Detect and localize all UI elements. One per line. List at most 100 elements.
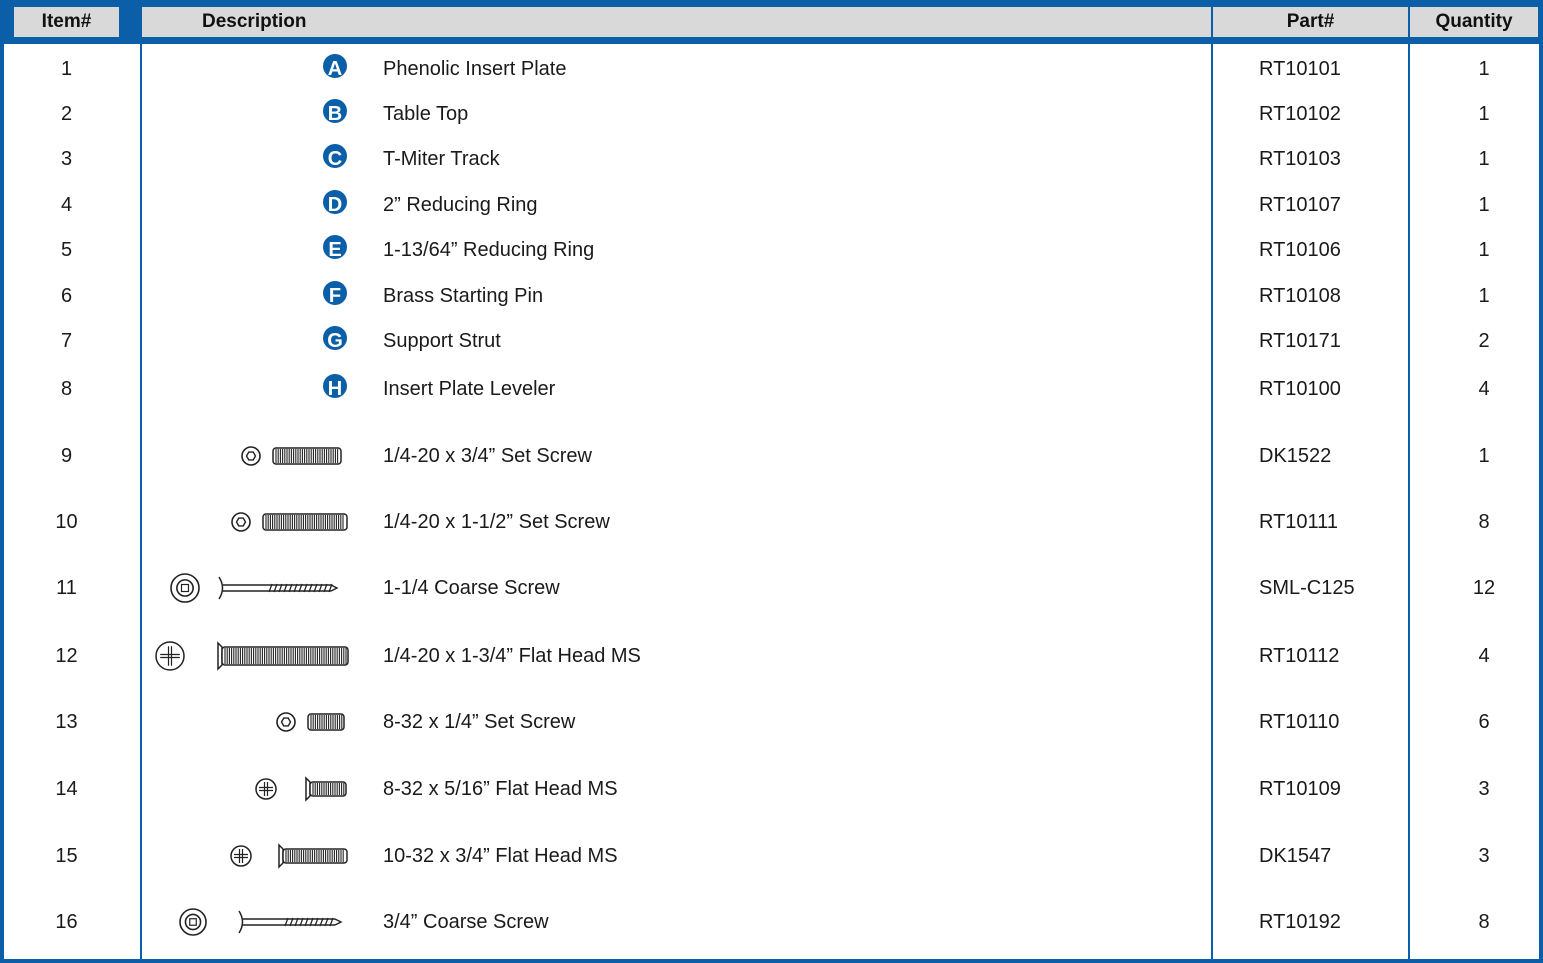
table-row: 7 G Support Strut RT10171 2 <box>4 326 1543 356</box>
part-number: RT10106 <box>1259 239 1341 261</box>
part-letter-badge: E <box>323 235 347 261</box>
item-number: 16 <box>55 911 78 933</box>
item-number: 15 <box>55 845 78 867</box>
part-description: 1/4-20 x 1-3/4” Flat Head MS <box>383 645 641 667</box>
table-row: 5 E 1-13/64” Reducing Ring RT10106 1 <box>4 235 1543 265</box>
part-description: T-Miter Track <box>383 148 500 170</box>
part-number: RT10192 <box>1259 911 1341 933</box>
item-number: 2 <box>60 103 73 125</box>
table-row: 14 8-32 x 5/16” Flat Head MS RT10109 3 <box>4 774 1543 804</box>
table-row: 12 1/4-20 x 1-3/4” Flat Head MS RT10112 4 <box>4 641 1543 671</box>
item-number: 4 <box>60 194 73 216</box>
column-divider <box>1539 44 1541 959</box>
set-screw-short-icon <box>274 707 349 737</box>
set-screw-icon <box>239 441 349 471</box>
part-description: Brass Starting Pin <box>383 285 544 307</box>
table-row: 13 8-32 x 1/4” Set Screw RT10110 6 <box>4 707 1543 737</box>
item-number: 14 <box>55 778 78 800</box>
quantity-value: 1 <box>1478 239 1490 261</box>
parts-table: Item# Description Part# Quantity 1 A Pheno… <box>0 0 1543 963</box>
flat-head-screw-short-icon <box>254 774 349 804</box>
part-description: 3/4” Coarse Screw <box>383 911 549 933</box>
flat-head-screw-large-icon <box>154 641 349 671</box>
part-description: 2” Reducing Ring <box>383 194 538 216</box>
part-number: RT10103 <box>1259 148 1341 170</box>
item-number: 13 <box>55 711 78 733</box>
part-description: 1-13/64” Reducing Ring <box>383 239 595 261</box>
part-letter-badge: B <box>323 99 347 125</box>
item-number: 5 <box>60 239 73 261</box>
coarse-screw-short-icon <box>179 907 349 937</box>
part-letter-badge: C <box>323 144 347 170</box>
quantity-value: 1 <box>1478 148 1490 170</box>
part-description: 10-32 x 3/4” Flat Head MS <box>383 845 618 867</box>
column-divider <box>1408 44 1410 959</box>
part-number: RT10112 <box>1259 645 1340 667</box>
part-number: RT10111 <box>1259 511 1338 533</box>
item-number: 10 <box>55 511 78 533</box>
part-description: 8-32 x 5/16” Flat Head MS <box>383 778 618 800</box>
part-number: RT10107 <box>1259 194 1341 216</box>
header-part: Part# <box>1213 7 1408 37</box>
quantity-value: 1 <box>1478 194 1490 216</box>
quantity-value: 6 <box>1478 711 1490 733</box>
table-row: 15 10-32 x 3/4” Flat Head MS DK1547 3 <box>4 841 1543 871</box>
header-quantity: Quantity <box>1410 7 1538 37</box>
quantity-value: 2 <box>1478 330 1490 352</box>
quantity-value: 1 <box>1478 58 1490 80</box>
flat-head-screw-icon <box>229 841 349 871</box>
item-number: 8 <box>60 378 73 400</box>
table-row: 8 H Insert Plate Leveler RT10100 4 <box>4 374 1543 404</box>
header-item: Item# <box>14 7 119 37</box>
quantity-value: 4 <box>1478 645 1490 667</box>
quantity-value: 1 <box>1478 445 1490 467</box>
part-number: RT10100 <box>1259 378 1341 400</box>
item-number: 9 <box>60 445 73 467</box>
part-letter-badge: A <box>323 54 347 80</box>
part-description: Support Strut <box>383 330 501 352</box>
part-number: DK1522 <box>1259 445 1332 467</box>
part-number: DK1547 <box>1259 845 1332 867</box>
part-letter-badge: G <box>323 326 347 352</box>
table-row: 16 3/4” Coarse Screw RT10192 8 <box>4 907 1543 937</box>
part-number: RT10109 <box>1259 778 1341 800</box>
part-letter-badge: D <box>323 190 347 216</box>
quantity-value: 12 <box>1472 577 1496 599</box>
quantity-value: 1 <box>1478 103 1490 125</box>
column-divider <box>140 44 142 959</box>
item-number: 11 <box>56 577 77 599</box>
part-number: RT10108 <box>1259 285 1341 307</box>
part-description: Phenolic Insert Plate <box>383 58 567 80</box>
part-number: RT10102 <box>1259 103 1341 125</box>
item-number: 1 <box>60 58 73 80</box>
coarse-screw-icon <box>169 573 349 603</box>
quantity-value: 8 <box>1478 911 1490 933</box>
table-row: 9 1/4-20 x 3/4” Set Screw DK1522 1 <box>4 441 1543 471</box>
set-screw-long-icon <box>229 507 349 537</box>
quantity-value: 3 <box>1478 845 1490 867</box>
item-number: 7 <box>60 330 73 352</box>
part-number: RT10171 <box>1259 330 1341 352</box>
item-number: 12 <box>55 645 78 667</box>
header-description: Description <box>142 7 1211 37</box>
part-letter-badge: H <box>323 374 347 400</box>
part-description: Table Top <box>383 103 469 125</box>
item-number: 3 <box>60 148 73 170</box>
quantity-value: 3 <box>1478 778 1490 800</box>
column-divider <box>1211 44 1213 959</box>
table-row: 3 C T-Miter Track RT10103 1 <box>4 144 1543 174</box>
part-letter-badge: F <box>323 281 347 307</box>
table-row: 6 F Brass Starting Pin RT10108 1 <box>4 281 1543 311</box>
part-description: 1/4-20 x 3/4” Set Screw <box>383 445 592 467</box>
table-row: 2 B Table Top RT10102 1 <box>4 99 1543 129</box>
quantity-value: 1 <box>1478 285 1490 307</box>
table-header: Item# Description Part# Quantity <box>4 0 1543 44</box>
part-number: RT10110 <box>1259 711 1340 733</box>
part-number: RT10101 <box>1259 58 1341 80</box>
item-number: 6 <box>60 285 73 307</box>
table-row: 1 A Phenolic Insert Plate RT10101 1 <box>4 54 1543 84</box>
part-number: SML-C125 <box>1259 577 1355 599</box>
part-description: 1-1/4 Coarse Screw <box>383 577 560 599</box>
quantity-value: 8 <box>1478 511 1490 533</box>
part-description: 8-32 x 1/4” Set Screw <box>383 711 576 733</box>
